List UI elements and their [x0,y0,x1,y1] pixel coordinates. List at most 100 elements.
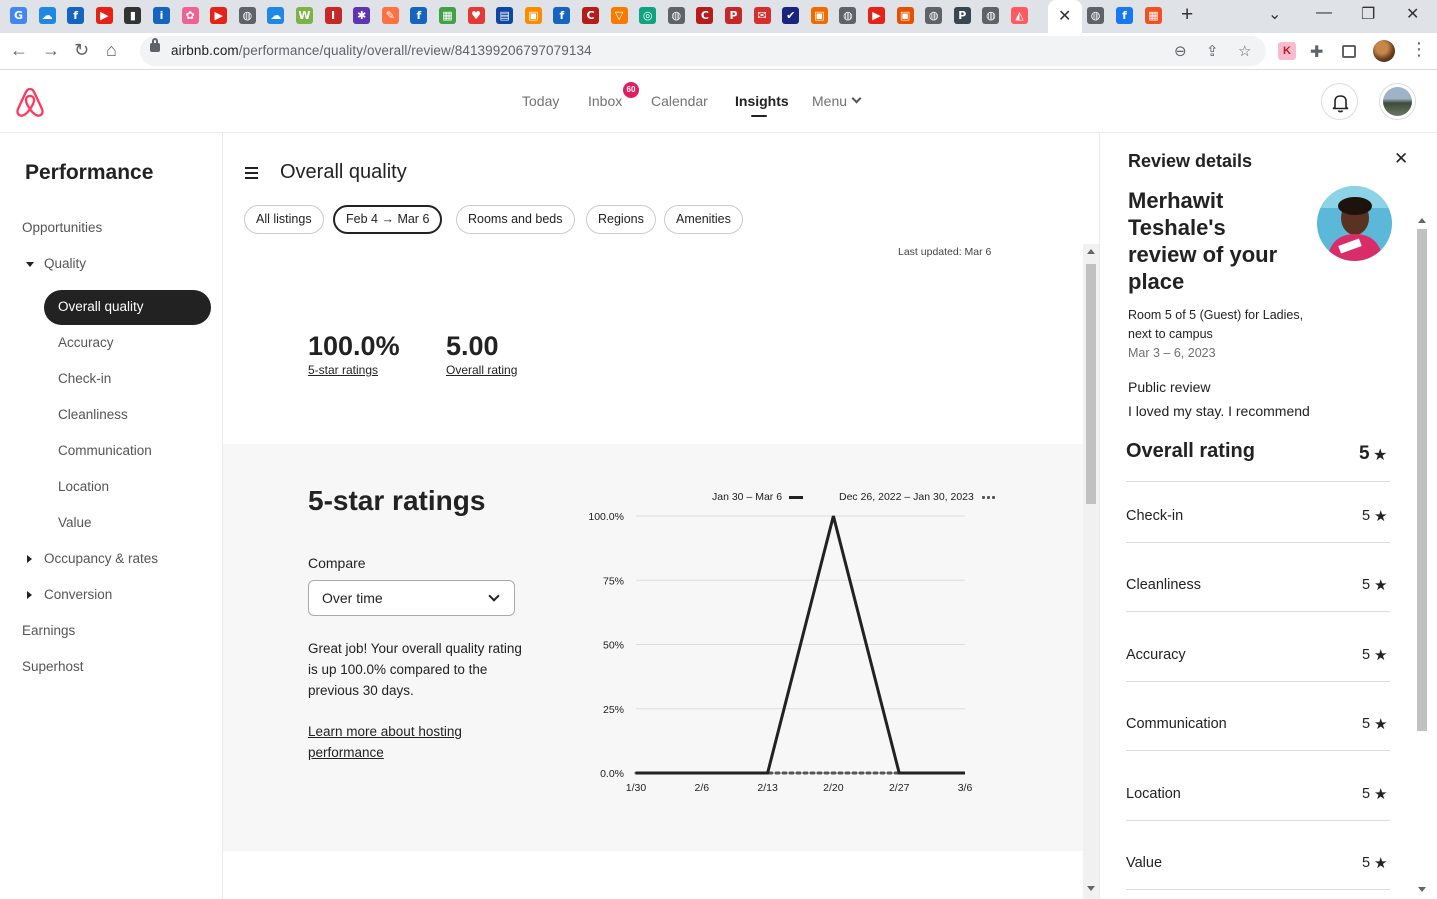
sidebar-item-superhost[interactable]: Superhost [22,659,84,674]
app-icon[interactable]: ▮ [124,7,142,24]
close-window-button[interactable]: ✕ [1406,4,1419,24]
info-icon[interactable]: f [410,7,428,24]
facebook-icon[interactable]: f [1116,7,1133,24]
asterisk-icon[interactable]: ✱ [353,7,371,24]
filter-rooms-and-beds[interactable]: Rooms and beds [456,205,575,234]
filter-date-range[interactable]: Feb 4 → Mar 6 [333,205,443,234]
menu-chevron-down-icon[interactable] [851,93,862,104]
airbnb-icon[interactable]: ◭ [1011,7,1028,24]
youtube-icon[interactable]: ▶ [95,7,113,24]
maximize-button[interactable]: ❐ [1361,4,1375,24]
panel-scrollbar-thumb[interactable] [1417,229,1427,731]
filter-all-listings[interactable]: All listings [244,205,324,234]
globe-icon[interactable]: ◍ [667,7,685,24]
nav-calendar[interactable]: Calendar [651,93,708,109]
airbnb-logo-icon[interactable] [15,86,45,118]
nav-insights[interactable]: Insights [735,93,789,109]
zoom-icon[interactable]: ⊖ [1174,42,1187,60]
sidebar-item-quality[interactable]: Quality [44,256,86,271]
info-icon[interactable]: f [553,7,571,24]
funnel-icon[interactable]: ▽ [610,7,628,24]
globe-icon[interactable]: ◍ [925,7,943,24]
panel-scrollbar[interactable] [1415,215,1429,899]
learn-more-link[interactable]: Learn more about hosting performance [308,721,508,763]
profile-avatar[interactable] [1373,40,1395,62]
kpi-overall-link[interactable]: Overall rating [446,363,517,377]
extensions-puzzle-icon[interactable]: ✚ [1310,42,1328,61]
caret-right-icon[interactable] [27,555,32,563]
address-bar[interactable]: airbnb.com/performance/quality/overall/r… [140,36,1266,66]
home-icon[interactable]: ⌂ [106,40,117,61]
heart-icon[interactable]: ♥ [467,7,485,24]
windows-icon[interactable]: ▦ [439,7,456,24]
hamburger-menu-icon[interactable] [245,167,258,182]
c-icon[interactable]: C [582,7,599,24]
nav-today[interactable]: Today [522,93,559,109]
sidebar-item-earnings[interactable]: Earnings [22,623,75,638]
chatgpt-icon[interactable]: ◎ [639,7,657,24]
mail-icon[interactable]: ✉ [753,7,771,24]
cloud-icon[interactable]: ☁ [267,7,285,24]
sidebar-item-cleanliness[interactable]: Cleanliness [58,407,128,422]
globe-icon[interactable]: ◍ [982,7,1000,24]
sidebar-item-communication[interactable]: Communication [58,443,152,458]
scroll-up-icon[interactable] [1418,218,1426,223]
sidebar-item-conversion[interactable]: Conversion [44,587,112,602]
new-tab-button[interactable]: + [1181,3,1193,27]
pen-icon[interactable]: ✎ [381,7,399,24]
p-icon[interactable]: P [953,7,971,24]
sidebar-item-location[interactable]: Location [58,479,109,494]
c-icon[interactable]: C [696,7,714,24]
extension-k-icon[interactable]: K [1278,42,1296,60]
tab-search-icon[interactable]: ⌄ [1268,4,1281,24]
globe-icon[interactable]: ◍ [839,7,857,24]
w-icon[interactable]: W [296,7,313,24]
scroll-up-icon[interactable] [1087,249,1095,254]
box-icon[interactable]: ▣ [524,7,542,24]
globe-icon[interactable]: ◍ [238,7,256,24]
youtube-icon[interactable]: ▶ [210,7,228,24]
nav-menu[interactable]: Menu [812,93,847,109]
globe-icon[interactable]: ◍ [1087,7,1104,24]
bookmark-star-icon[interactable]: ☆ [1238,42,1251,60]
sidebar-item-overall-quality[interactable]: Overall quality [44,290,211,325]
side-panel-icon[interactable] [1342,45,1356,58]
info-icon[interactable]: f [67,7,85,24]
box-icon[interactable]: ▣ [896,7,914,24]
share-icon[interactable]: ⇪ [1206,42,1219,60]
nav-inbox[interactable]: Inbox [588,93,622,109]
sidebar-item-value[interactable]: Value [58,515,92,530]
browser-menu-icon[interactable]: ⋮ [1410,39,1428,60]
reload-icon[interactable]: ↻ [74,40,89,61]
close-icon[interactable]: ✕ [1394,149,1408,169]
filter-regions[interactable]: Regions [586,205,656,234]
i-red-icon[interactable]: I [324,7,342,24]
forward-icon[interactable]: → [42,40,60,61]
scroll-down-icon[interactable] [1418,887,1426,892]
main-scrollbar[interactable] [1083,244,1099,899]
sidebar-item-accuracy[interactable]: Accuracy [58,335,114,350]
caret-right-icon[interactable] [27,591,32,599]
main-scrollbar-thumb[interactable] [1086,264,1096,504]
minimize-button[interactable]: — [1316,4,1332,22]
cloud-icon[interactable]: ☁ [38,7,56,24]
info-box-icon[interactable]: i [153,7,170,24]
notifications-button[interactable] [1321,83,1358,120]
news-icon[interactable]: ▤ [496,7,514,24]
close-tab-icon[interactable]: ✕ [1058,6,1071,26]
check-icon[interactable]: ✔ [782,7,800,24]
scroll-down-icon[interactable] [1087,886,1095,891]
back-icon[interactable]: ← [10,40,28,61]
sidebar-item-check-in[interactable]: Check-in [58,371,111,386]
host-avatar-button[interactable] [1379,83,1416,120]
box-icon[interactable]: ▣ [810,7,828,24]
sidebar-item-occupancy[interactable]: Occupancy & rates [44,551,158,566]
caret-down-icon[interactable] [26,262,34,267]
compare-select[interactable]: Over time [308,580,515,616]
windows-icon[interactable]: ▦ [1145,7,1162,24]
filter-amenities[interactable]: Amenities [664,205,743,234]
kpi-five-star-link[interactable]: 5-star ratings [308,363,378,377]
sidebar-item-opportunities[interactable]: Opportunities [22,220,102,235]
pd-icon[interactable]: P [725,7,742,24]
google-icon[interactable]: G [10,7,27,24]
